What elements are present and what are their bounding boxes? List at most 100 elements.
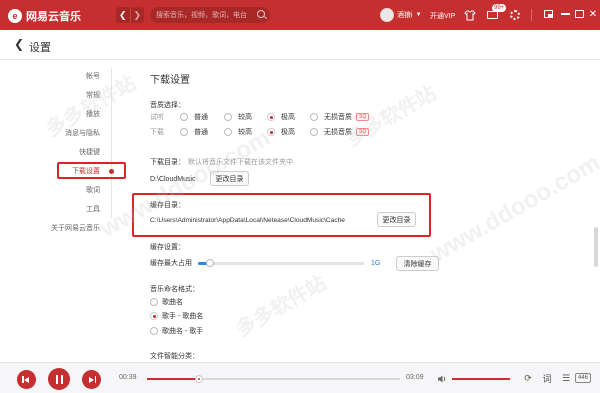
watermark-url: www.ddooo.com <box>425 149 600 269</box>
highlight-box-nav <box>57 162 126 179</box>
next-button[interactable] <box>82 370 101 389</box>
back-arrow-icon[interactable]: ❮ <box>116 7 130 23</box>
trial-radio-extreme[interactable] <box>267 113 275 121</box>
download-dir-path: D:\CloudMusic <box>150 176 196 183</box>
player-bar: 00:39 03:09 ⟳ 词 ☰ 446 <box>0 362 600 393</box>
download-dir-label: 下载目录： <box>150 159 185 166</box>
history-nav: ❮ ❯ <box>116 7 144 23</box>
app-name: 网易云音乐 <box>26 11 81 23</box>
sq-badge: SQ <box>356 113 370 121</box>
download-option-normal: 普通 <box>194 129 208 136</box>
clear-cache-button[interactable]: 清除缓存 <box>396 256 439 271</box>
trial-radio-normal[interactable] <box>180 113 188 121</box>
app-logo[interactable]: e 网易云音乐 <box>8 8 81 24</box>
naming-radio-title[interactable] <box>150 298 158 306</box>
volume-icon[interactable] <box>437 374 447 384</box>
download-quality-label: 下载 <box>150 129 164 136</box>
caret-down-icon[interactable]: ▼ <box>416 12 422 18</box>
message-badge: 99+ <box>492 4 507 12</box>
lyrics-icon[interactable]: 词 <box>541 373 553 384</box>
smart-category-label: 文件智能分类： <box>150 353 199 360</box>
user-name[interactable]: 酒狼i <box>397 10 413 20</box>
close-icon[interactable]: ✕ <box>587 8 599 20</box>
nav-item-account[interactable]: 帐号 <box>40 72 100 82</box>
cache-settings-label: 缓存设置： <box>150 244 185 251</box>
nav-item-tools[interactable]: 工具 <box>40 205 100 215</box>
nav-item-playback[interactable]: 播放 <box>40 110 100 120</box>
download-option-extreme: 极高 <box>281 129 295 136</box>
download-option-lossless: 无损音质 <box>324 129 352 136</box>
section-title-download: 下载设置 <box>150 75 190 86</box>
trial-option-extreme: 极高 <box>281 114 295 121</box>
download-radio-high[interactable] <box>224 128 232 136</box>
progress-fill <box>147 378 200 380</box>
previous-icon <box>22 376 29 383</box>
quality-label: 音质选择： <box>150 102 185 109</box>
search-box <box>150 7 270 23</box>
nav-divider <box>111 68 112 218</box>
change-cache-dir-button[interactable]: 更改目录 <box>377 212 416 227</box>
user-menu[interactable]: 酒狼i ▼ <box>380 8 422 22</box>
trial-option-normal: 普通 <box>194 114 208 121</box>
nav-item-about[interactable]: 关于网易云音乐 <box>26 224 100 234</box>
progress-bar[interactable] <box>147 375 400 383</box>
watermark-text: 多多软件站 <box>342 82 441 152</box>
naming-format-label: 音乐命名格式： <box>150 286 199 293</box>
change-download-dir-button[interactable]: 更改目录 <box>210 171 249 186</box>
search-input[interactable] <box>156 9 252 21</box>
search-icon[interactable] <box>257 10 265 18</box>
trial-option-lossless: 无损音质 <box>324 114 352 121</box>
volume-slider[interactable] <box>452 378 510 380</box>
netease-logo-icon: e <box>8 9 22 23</box>
total-time: 03:09 <box>406 374 424 381</box>
cache-slider-handle[interactable] <box>205 259 214 267</box>
title-bar: e 网易云音乐 ❮ ❯ 酒狼i ▼ 开通VIP 99+ ✕ <box>0 0 600 30</box>
maximize-icon[interactable] <box>573 8 585 20</box>
nav-item-general[interactable]: 常规 <box>40 91 100 101</box>
download-radio-lossless[interactable] <box>310 128 318 136</box>
trial-radio-lossless[interactable] <box>310 113 318 121</box>
forward-arrow-icon[interactable]: ❯ <box>129 7 145 23</box>
elapsed-time: 00:39 <box>119 374 137 381</box>
next-icon <box>89 376 96 383</box>
download-option-high: 较高 <box>238 129 252 136</box>
nav-item-privacy[interactable]: 消息与隐私 <box>40 129 100 139</box>
naming-option-title: 歌曲名 <box>162 299 183 306</box>
pause-button[interactable] <box>48 368 70 390</box>
cache-dir-path: C:\Users\Administrator\AppData\Local\Net… <box>150 217 345 224</box>
sq-badge: SQ <box>356 128 370 136</box>
naming-option-title-artist: 歌曲名 - 歌手 <box>162 328 204 335</box>
pause-icon <box>55 374 63 384</box>
previous-button[interactable] <box>17 370 36 389</box>
download-dir-hint: 默认将音乐文件下载在该文件夹中 <box>188 159 293 166</box>
cache-max-label: 缓存最大占用 <box>150 260 192 267</box>
vip-link[interactable]: 开通VIP <box>430 11 455 21</box>
naming-radio-artist-title[interactable] <box>150 312 158 320</box>
playlist-icon[interactable]: ☰ <box>560 373 572 384</box>
scrollbar-thumb[interactable] <box>594 227 598 267</box>
cache-size-slider[interactable] <box>198 259 364 267</box>
watermark-text: 多多软件站 <box>232 272 331 342</box>
download-radio-extreme[interactable] <box>267 128 275 136</box>
trial-radio-high[interactable] <box>224 113 232 121</box>
volume-fill <box>452 378 510 380</box>
naming-option-artist-title: 歌手 - 歌曲名 <box>162 313 204 320</box>
cache-max-value: 1G <box>371 260 381 267</box>
loop-icon[interactable]: ⟳ <box>522 373 534 384</box>
page-title: 设置 <box>29 42 51 54</box>
cache-dir-label: 缓存目录： <box>150 202 185 209</box>
nav-item-hotkeys[interactable]: 快捷键 <box>40 148 100 158</box>
gear-icon[interactable] <box>509 9 521 21</box>
nav-item-lyrics[interactable]: 歌词 <box>40 186 100 196</box>
scrollbar[interactable] <box>594 62 598 362</box>
back-icon[interactable]: ❮ <box>14 37 24 51</box>
skin-icon[interactable] <box>464 9 476 21</box>
trial-option-high: 较高 <box>238 114 252 121</box>
naming-radio-title-artist[interactable] <box>150 327 158 335</box>
download-radio-normal[interactable] <box>180 128 188 136</box>
avatar[interactable] <box>380 8 394 22</box>
progress-handle[interactable] <box>195 375 204 383</box>
minimize-icon[interactable] <box>559 8 571 20</box>
settings-header: ❮ 设置 <box>0 30 600 60</box>
mini-mode-icon[interactable] <box>542 8 554 20</box>
